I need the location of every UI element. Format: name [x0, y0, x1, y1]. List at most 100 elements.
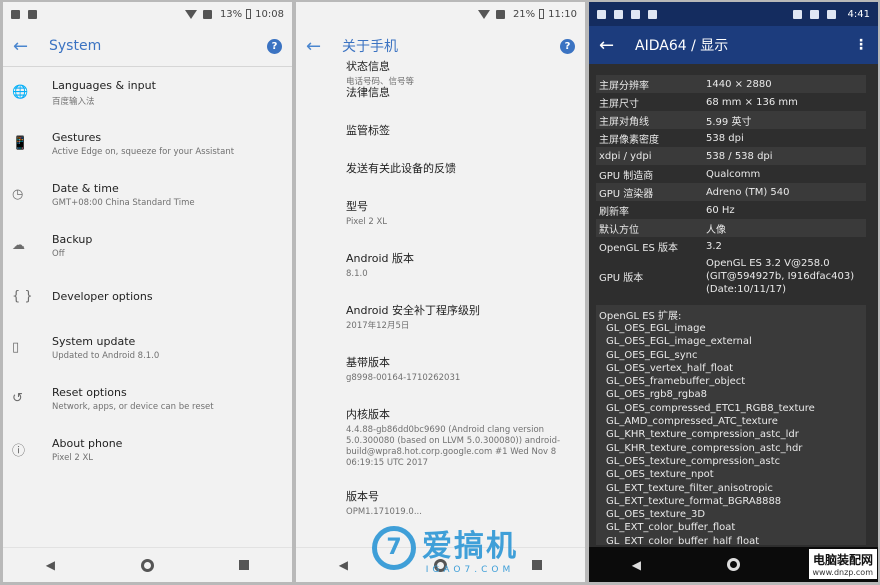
extension-item: GL_OES_EGL_sync [606, 349, 698, 361]
item-title: 发送有关此设备的反馈 [346, 162, 456, 175]
help-icon[interactable]: ? [267, 38, 282, 54]
about-item[interactable]: Android 版本 8.1.0 [346, 250, 579, 302]
globe-icon: 🌐 [12, 85, 29, 100]
item-title: Android 版本 [346, 252, 415, 265]
item-title: About phone [52, 436, 123, 450]
item-subtitle: 8.1.0 [346, 269, 368, 279]
extension-item: GL_OES_texture_compression_astc [606, 455, 781, 467]
settings-item[interactable]: ⓘ About phone Pixel 2 XL [3, 424, 292, 475]
about-list: 状态信息 电话号码、信号等 法律信息 监管标签 发送有关此设备的反馈 型号 Pix… [346, 58, 579, 518]
item-title: Date & time [52, 181, 119, 195]
battery-percent: 21% [512, 8, 536, 20]
extension-item: GL_OES_EGL_image_external [606, 336, 752, 348]
about-item[interactable]: 状态信息 电话号码、信号等 [346, 58, 579, 87]
about-item[interactable]: 型号 Pixel 2 XL [346, 198, 579, 250]
app-bar: ← System ? [3, 26, 292, 66]
about-item[interactable]: 发送有关此设备的反馈 [346, 160, 579, 198]
item-subtitle: Pixel 2 XL [52, 452, 94, 463]
battery-percent: 13% [219, 8, 243, 20]
info-row: 主屏对角线 5.99 英寸 [596, 111, 866, 129]
page-title: AIDA64 / 显示 [635, 38, 729, 54]
nav-back-icon[interactable]: ◀ [339, 558, 348, 572]
corner-watermark: 电脑装配网 www.dnzp.com [808, 549, 877, 579]
settings-item[interactable]: { } Developer options [3, 271, 292, 322]
settings-item[interactable]: ▯ System update Updated to Android 8.1.0 [3, 322, 292, 373]
more-menu-icon[interactable]: ⋮ [854, 37, 868, 53]
watermark: 7 爱搞机 IGAO7.COM [372, 520, 518, 576]
back-arrow-icon[interactable]: ← [13, 36, 49, 57]
nav-home-icon[interactable] [140, 558, 154, 572]
back-arrow-icon[interactable]: ← [599, 35, 635, 56]
extension-item: GL_AMD_compressed_ATC_texture [606, 416, 778, 428]
status-time: 11:10 [548, 8, 577, 20]
info-row: 刷新率 60 Hz [599, 204, 735, 218]
nav-back-icon[interactable]: ◀ [46, 558, 55, 572]
extension-item: GL_OES_texture_3D [606, 509, 706, 521]
restore-icon: ↺ [12, 391, 23, 406]
item-title: 内核版本 [346, 408, 390, 421]
about-item[interactable]: Android 安全补丁程序级别 2017年12月5日 [346, 302, 579, 354]
extensions-box[interactable]: OpenGL ES 扩展: GL_OES_EGL_image GL_OES_EGL… [596, 305, 866, 545]
item-title: 法律信息 [346, 86, 390, 99]
signal-icon [202, 9, 212, 19]
signal-icon [809, 9, 819, 19]
item-title: 监管标签 [346, 124, 390, 137]
item-subtitle: 百度输入法 [52, 96, 95, 107]
settings-item[interactable]: 📱 Gestures Active Edge on, squeeze for y… [3, 118, 292, 169]
extension-item: GL_KHR_texture_compression_astc_hdr [606, 442, 803, 454]
item-subtitle: OPM1.171019.0... [346, 507, 422, 517]
notification-icon [648, 9, 657, 19]
extension-item: GL_EXT_color_buffer_float [606, 522, 736, 534]
nav-recents-icon[interactable] [532, 560, 543, 570]
settings-item[interactable]: ☁ Backup Off [3, 220, 292, 271]
status-bar: 13% 10:08 [3, 2, 292, 26]
item-title: Developer options [52, 290, 153, 303]
item-title: System update [52, 334, 136, 348]
settings-item[interactable]: ↺ Reset options Network, apps, or device… [3, 373, 292, 424]
item-title: Languages & input [52, 78, 156, 92]
battery-icon [539, 9, 545, 19]
settings-item[interactable]: ◷ Date & time GMT+08:00 China Standard T… [3, 169, 292, 220]
item-subtitle: GMT+08:00 China Standard Time [52, 197, 195, 208]
help-icon[interactable]: ? [560, 38, 575, 54]
nav-recents-icon[interactable] [239, 560, 250, 570]
about-item[interactable]: 法律信息 [346, 84, 579, 122]
cloud-upload-icon: ☁ [12, 238, 25, 253]
battery-icon [246, 9, 252, 19]
about-item[interactable]: 版本号 OPM1.171019.0... [346, 488, 579, 518]
item-subtitle: Active Edge on, squeeze for your Assista… [52, 146, 235, 157]
info-row: GPU 制造商 Qualcomm [599, 168, 761, 182]
item-subtitle: 2017年12月5日 [346, 321, 410, 331]
nav-home-icon[interactable] [726, 558, 740, 571]
item-title: 型号 [346, 200, 368, 213]
info-row: 主屏像素密度 538 dpi [599, 132, 744, 146]
back-arrow-icon[interactable]: ← [306, 36, 342, 57]
wifi-icon [477, 9, 490, 19]
item-subtitle: Updated to Android 8.1.0 [52, 350, 160, 361]
page-title: System [49, 38, 102, 54]
about-item[interactable]: 基带版本 g8998-00164-1710262031 [346, 354, 579, 406]
info-row: OpenGL ES 版本 3.2 [599, 240, 722, 254]
notification-icon [597, 9, 606, 19]
about-phone-screen: 21% 11:10 ← 关于手机 ? 状态信息 电话号码、信号等 法律信息 监管标… [296, 2, 585, 582]
extension-item: GL_OES_rgb8_rgba8 [606, 389, 707, 401]
battery-icon [826, 9, 836, 19]
extension-item: GL_OES_texture_npot [606, 469, 714, 481]
app-bar: ← AIDA64 / 显示 ⋮ [589, 26, 878, 64]
braces-icon: { } [12, 289, 33, 304]
play-icon [631, 9, 640, 19]
info-icon: ⓘ [12, 444, 26, 459]
extensions-header: OpenGL ES 扩展: [599, 311, 682, 322]
info-row: 主屏分辨率 1440 × 2880 [596, 75, 866, 93]
extension-item: GL_OES_EGL_image [606, 323, 706, 334]
info-row: GPU 渲染器 Adreno (TM) 540 [596, 183, 866, 201]
settings-item[interactable]: 🌐 Languages & input 百度输入法 [3, 67, 292, 118]
corner-url: www.dnzp.com [812, 568, 874, 577]
gestures-icon: 📱 [12, 136, 29, 151]
about-item[interactable]: 监管标签 [346, 122, 579, 160]
about-item[interactable]: 内核版本 4.4.88-gb86dd0bc9690 (Android clang… [346, 406, 579, 488]
nav-back-icon[interactable]: ◀ [632, 558, 641, 572]
extension-item: GL_KHR_texture_compression_astc_ldr [606, 429, 799, 441]
item-title: Android 安全补丁程序级别 [346, 304, 481, 317]
item-title: 状态信息 [346, 60, 390, 73]
